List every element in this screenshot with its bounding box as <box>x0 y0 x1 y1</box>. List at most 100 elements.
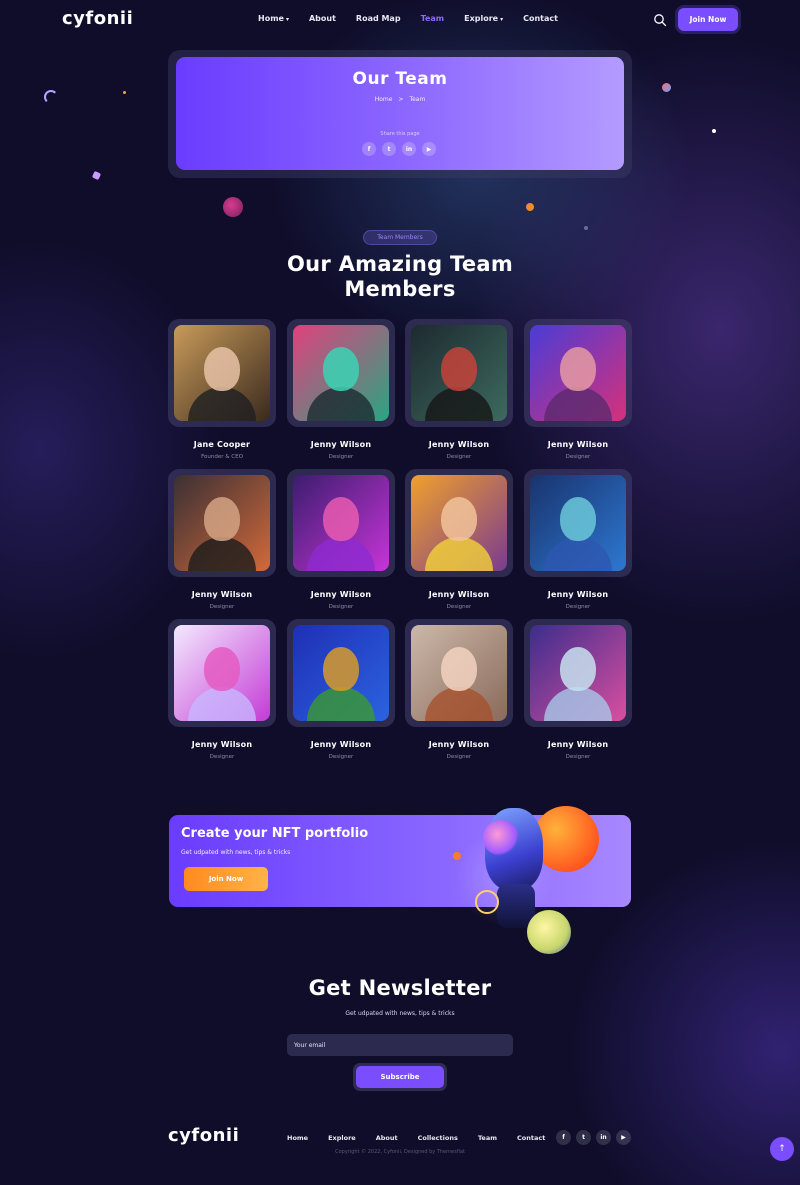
team-card[interactable]: Jenny Wilson Designer <box>168 619 276 760</box>
nft-artwork <box>453 802 605 957</box>
email-input[interactable] <box>287 1034 513 1056</box>
twitter-icon[interactable]: t <box>576 1130 591 1145</box>
team-card[interactable]: Jenny Wilson Designer <box>405 469 513 610</box>
member-photo-frame <box>524 469 632 577</box>
member-photo-body <box>307 687 375 721</box>
member-photo <box>411 475 507 571</box>
linkedin-icon[interactable]: in <box>596 1130 611 1145</box>
decor-dot <box>123 91 126 94</box>
team-card[interactable]: Jenny Wilson Designer <box>405 619 513 760</box>
member-name: Jenny Wilson <box>310 440 372 449</box>
member-name: Jenny Wilson <box>428 590 490 599</box>
member-photo-frame <box>405 469 513 577</box>
youtube-icon[interactable]: ▶ <box>616 1130 631 1145</box>
chevron-down-icon: ▾ <box>285 16 289 23</box>
member-photo-body <box>425 387 493 421</box>
footer-nav-explore[interactable]: Explore <box>328 1134 356 1142</box>
twitter-icon[interactable]: t <box>382 142 396 156</box>
share-label: Share this page <box>380 131 420 137</box>
member-photo-body <box>307 537 375 571</box>
member-photo-face <box>560 347 596 391</box>
member-name: Jenny Wilson <box>428 740 490 749</box>
member-role: Founder & CEO <box>201 454 243 460</box>
member-photo-body <box>544 537 612 571</box>
join-now-button[interactable]: Join Now <box>678 8 738 31</box>
chevron-right-icon: > <box>398 96 404 103</box>
newsletter-subtitle: Get udpated with news, tips & tricks <box>345 1010 455 1017</box>
footer-nav-team[interactable]: Team <box>478 1134 497 1142</box>
nav-about[interactable]: About <box>309 14 336 23</box>
team-card[interactable]: Jenny Wilson Designer <box>287 619 395 760</box>
subscribe-button[interactable]: Subscribe <box>356 1066 444 1088</box>
nav-home[interactable]: Home ▾ <box>258 14 289 23</box>
member-photo-frame <box>168 319 276 427</box>
search-icon[interactable] <box>653 12 667 27</box>
member-role: Designer <box>565 454 591 460</box>
member-photo-frame <box>405 619 513 727</box>
member-photo-frame <box>168 469 276 577</box>
team-card[interactable]: Jenny Wilson Designer <box>287 469 395 610</box>
facebook-icon[interactable]: f <box>556 1130 571 1145</box>
page-title: Our Team <box>352 69 448 89</box>
team-card[interactable]: Jenny Wilson Designer <box>168 469 276 610</box>
team-card[interactable]: Jenny Wilson Designer <box>287 319 395 460</box>
nav-contact[interactable]: Contact <box>523 14 558 23</box>
team-card[interactable]: Jenny Wilson Designer <box>405 319 513 460</box>
member-photo-face <box>441 497 477 541</box>
member-role: Designer <box>209 604 235 610</box>
team-card[interactable]: Jenny Wilson Designer <box>524 619 632 760</box>
member-name: Jenny Wilson <box>191 590 253 599</box>
artwork-orb <box>453 852 461 860</box>
member-photo <box>411 625 507 721</box>
decor-orb-ball <box>662 83 671 92</box>
member-photo-body <box>425 537 493 571</box>
team-card[interactable]: Jane Cooper Founder & CEO <box>168 319 276 460</box>
member-photo <box>411 325 507 421</box>
main-nav: Home ▾ About Road Map Team Explore ▾ Conta… <box>258 14 578 23</box>
member-name: Jenny Wilson <box>547 440 609 449</box>
member-name: Jenny Wilson <box>310 590 372 599</box>
linkedin-icon[interactable]: in <box>402 142 416 156</box>
footer-nav-collections[interactable]: Collections <box>418 1134 458 1142</box>
team-card[interactable]: Jenny Wilson Designer <box>524 319 632 460</box>
footer-nav-contact[interactable]: Contact <box>517 1134 545 1142</box>
site-logo[interactable]: cyfonii <box>62 8 133 29</box>
member-photo-frame <box>524 319 632 427</box>
member-role: Designer <box>328 454 354 460</box>
footer-nav-home[interactable]: Home <box>287 1134 308 1142</box>
nav-explore[interactable]: Explore ▾ <box>464 14 503 23</box>
member-role: Designer <box>209 754 235 760</box>
page-hero: Our Team Home > Team Share this page f t i… <box>176 57 624 170</box>
decor-arc <box>44 90 58 104</box>
chevron-down-icon: ▾ <box>500 16 504 23</box>
nav-team[interactable]: Team <box>421 14 445 23</box>
breadcrumb-current: Team <box>409 96 426 103</box>
nft-join-button[interactable]: Join Now <box>184 867 268 891</box>
facebook-icon[interactable]: f <box>362 142 376 156</box>
member-photo-face <box>204 497 240 541</box>
breadcrumb-home[interactable]: Home <box>375 96 393 103</box>
member-name: Jenny Wilson <box>191 740 253 749</box>
nft-banner-title: Create your NFT portfolio <box>181 826 369 841</box>
decor-cube <box>91 170 102 181</box>
footer-logo[interactable]: cyfonii <box>168 1125 239 1146</box>
member-photo <box>174 625 270 721</box>
decor-dot-grey <box>584 226 588 230</box>
footer-nav-about[interactable]: About <box>376 1134 398 1142</box>
member-photo-frame <box>287 619 395 727</box>
youtube-icon[interactable]: ▶ <box>422 142 436 156</box>
member-photo-face <box>323 497 359 541</box>
member-photo-frame <box>168 619 276 727</box>
team-card[interactable]: Jenny Wilson Designer <box>524 469 632 610</box>
member-photo <box>530 325 626 421</box>
nav-road-map[interactable]: Road Map <box>356 14 401 23</box>
decor-orb-magenta <box>223 197 243 217</box>
breadcrumb: Home > Team <box>176 96 624 103</box>
member-photo <box>174 325 270 421</box>
member-name: Jane Cooper <box>193 440 251 449</box>
page-root: cyfonii Home ▾ About Road Map Team Explor… <box>0 0 800 1185</box>
section-title: Our Amazing Team Members <box>286 252 514 301</box>
member-photo-face <box>560 647 596 691</box>
member-photo <box>293 625 389 721</box>
back-to-top-button[interactable]: ↑ <box>770 1137 794 1161</box>
